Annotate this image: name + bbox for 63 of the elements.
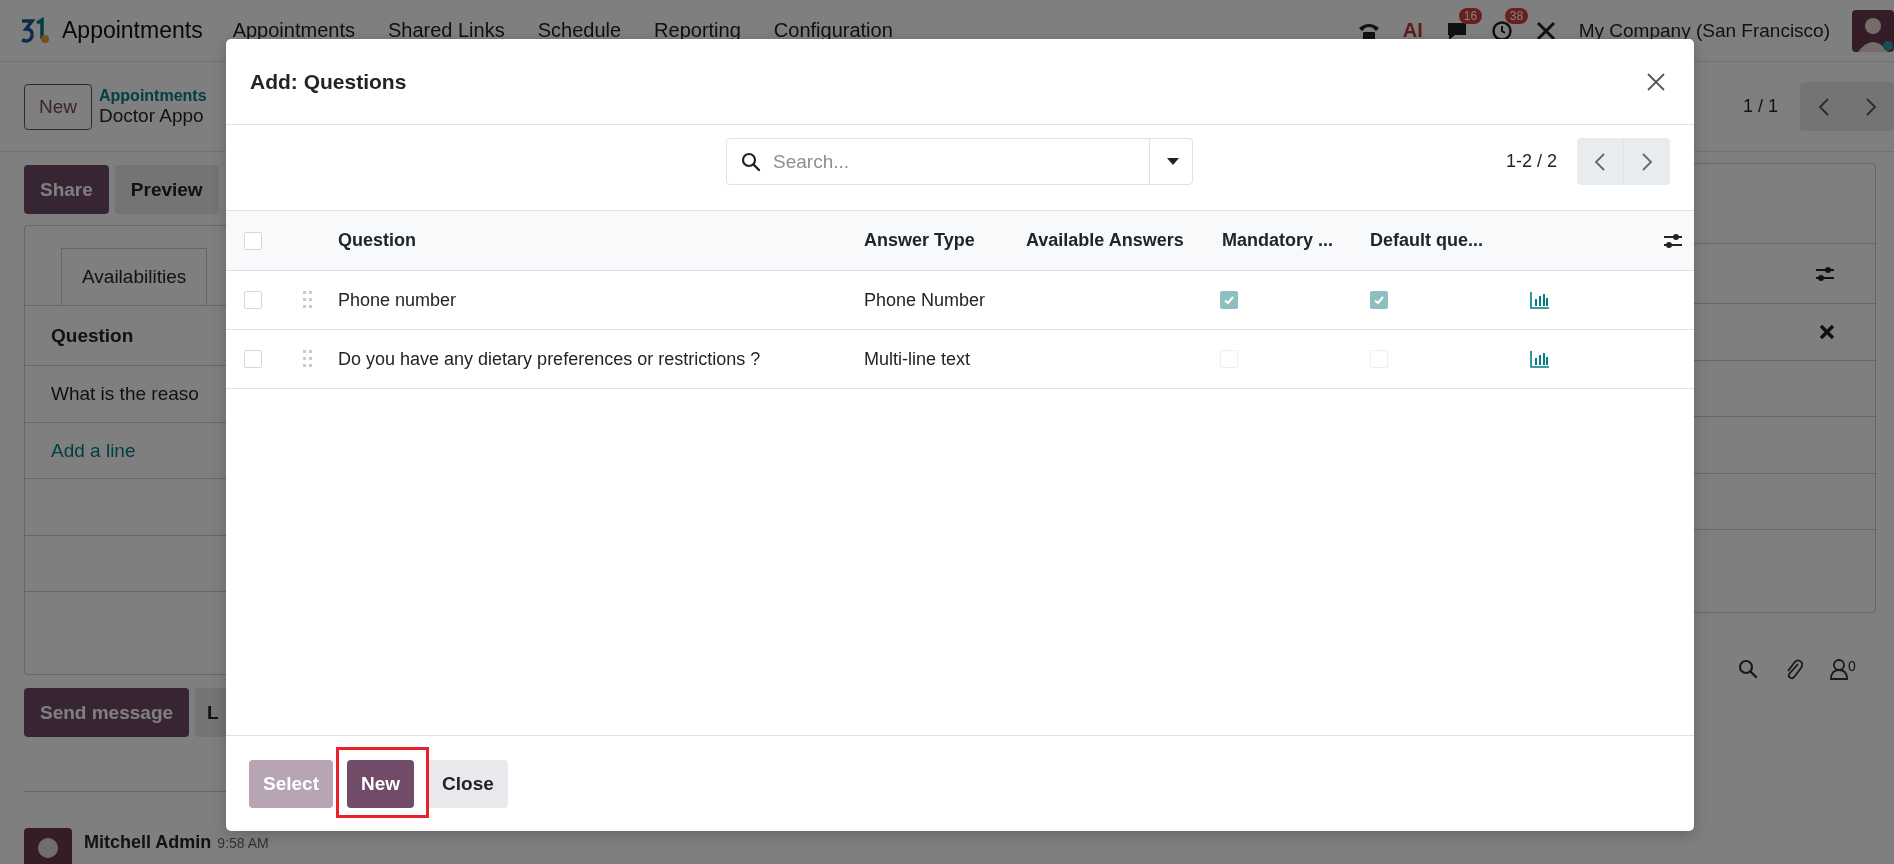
breadcrumb-link[interactable]: Appointments: [99, 86, 207, 105]
search-icon: [741, 151, 761, 172]
column-header[interactable]: Answer Type: [852, 230, 1014, 251]
column-header: Question: [51, 324, 134, 347]
checkbox[interactable]: [244, 350, 262, 368]
checkbox[interactable]: [244, 231, 262, 250]
checkbox[interactable]: [244, 291, 262, 309]
menu-item[interactable]: Appointments: [232, 19, 355, 42]
pager-value: 1 / 1: [1742, 96, 1778, 117]
menu-item[interactable]: Schedule: [537, 19, 622, 42]
message-time: 9:58 AM: [217, 835, 269, 851]
log-note-button[interactable]: L: [195, 688, 227, 737]
close-icon: [1646, 71, 1666, 92]
table-cell-text: Phone Number: [863, 289, 987, 311]
clock-icon[interactable]: [1490, 19, 1513, 42]
avatar: [24, 828, 72, 864]
table-cell-text: Phone number: [337, 289, 458, 311]
menu-item[interactable]: Reporting: [654, 19, 741, 42]
notification-badge: 38: [1504, 7, 1529, 24]
app-logo[interactable]: [20, 16, 50, 45]
dialog-button[interactable]: Close: [428, 759, 508, 808]
caret-icon: [1167, 157, 1179, 166]
bar-chart-icon[interactable]: [1530, 350, 1550, 368]
new-button[interactable]: New: [24, 83, 92, 130]
menu-item[interactable]: Configuration: [773, 19, 893, 42]
drag-handle-icon[interactable]: [303, 291, 313, 309]
search-bar[interactable]: Search...: [726, 138, 1193, 185]
column-header[interactable]: Mandatory ...: [1210, 230, 1358, 251]
table-cell: What is the reaso: [51, 383, 199, 405]
message-author: Mitchell Admin: [84, 832, 212, 852]
menu-item[interactable]: Shared Links: [387, 19, 505, 42]
send-message-button[interactable]: Send message: [24, 688, 190, 737]
chevron-left-icon: [1817, 96, 1830, 117]
notification-badge: 16: [1458, 7, 1483, 24]
table-cell-text: Do you have any dietary preferences or restrictions ?: [337, 348, 762, 370]
dialog-button[interactable]: New: [347, 759, 415, 808]
dialog-title: Add: Questions: [250, 69, 407, 94]
column-header[interactable]: Default que...: [1358, 230, 1505, 251]
share-button[interactable]: Share: [24, 165, 109, 214]
tab[interactable]: Availabilities: [61, 248, 208, 305]
delete-icon[interactable]: [1819, 324, 1835, 340]
avatar[interactable]: [1852, 9, 1894, 52]
pager-value: 1-2 / 2: [1505, 151, 1557, 172]
chevron-right-icon: [1641, 151, 1653, 172]
ai-button[interactable]: AI: [1402, 19, 1423, 42]
preview-button[interactable]: Preview: [114, 165, 219, 214]
search-icon[interactable]: [1738, 659, 1758, 679]
drag-handle-icon[interactable]: [303, 350, 313, 368]
company-switcher[interactable]: My Company (San Francisco): [1578, 19, 1830, 42]
chevron-left-icon: [1594, 151, 1606, 172]
chevron-right-icon: [1864, 96, 1877, 117]
add-line-link[interactable]: Add a line: [51, 439, 136, 462]
column-header[interactable]: Question: [326, 230, 852, 251]
follower-count: 0: [1848, 658, 1856, 674]
record-title: Doctor Appo: [99, 104, 205, 127]
column-header[interactable]: Available Answers: [1014, 230, 1210, 251]
bar-chart-icon[interactable]: [1530, 291, 1550, 309]
app-name[interactable]: Appointments: [62, 17, 203, 44]
paperclip-icon[interactable]: [1784, 657, 1804, 681]
user-icon[interactable]: [1830, 658, 1848, 680]
table-cell-text: Multi-line text: [863, 348, 972, 370]
sliders-icon[interactable]: [1815, 264, 1835, 283]
sliders-icon[interactable]: [1663, 231, 1683, 250]
